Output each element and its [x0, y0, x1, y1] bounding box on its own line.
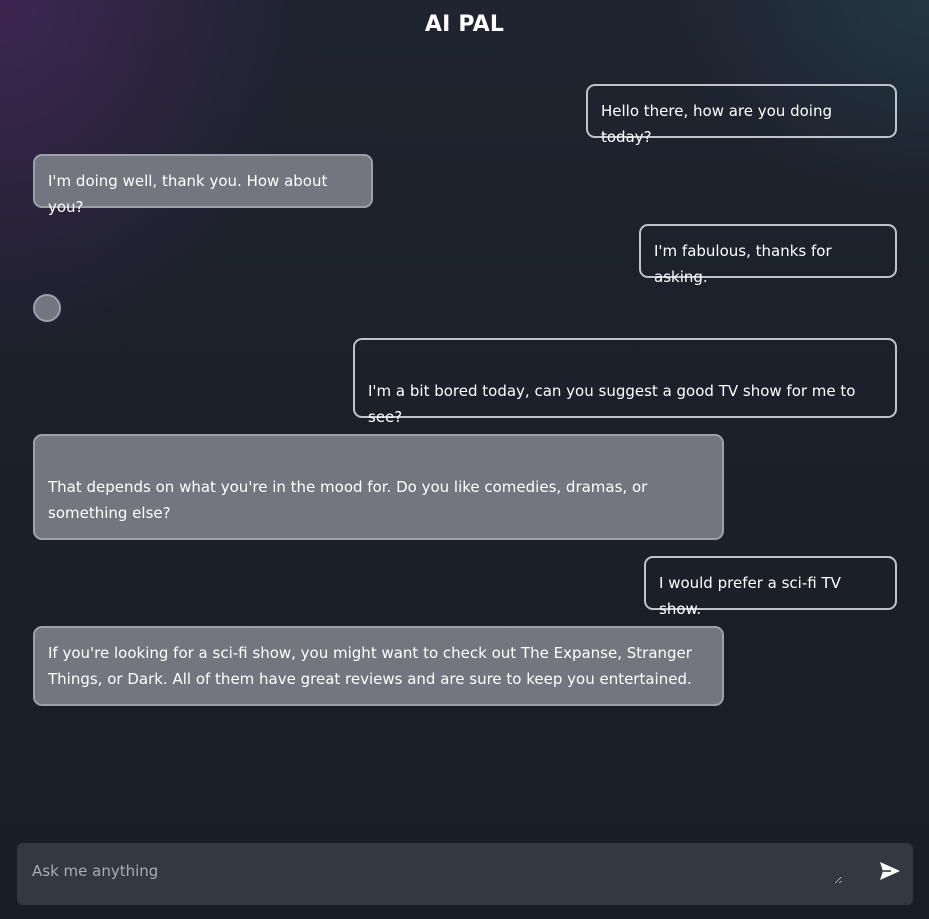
user-message: I'm fabulous, thanks for asking.	[639, 224, 897, 286]
assistant-message-text: I'm doing well, thank you. How about you…	[48, 172, 328, 216]
assistant-message: I'm doing well, thank you. How about you…	[33, 154, 373, 216]
user-message-text: I'm fabulous, thanks for asking.	[654, 242, 832, 286]
message-input[interactable]	[32, 858, 842, 884]
message-composer	[17, 843, 913, 905]
user-message: I'm a bit bored today, can you suggest a…	[353, 338, 897, 426]
send-icon	[880, 862, 900, 880]
user-message: I would prefer a sci-fi TV show.	[644, 556, 897, 618]
assistant-message-text: If you're looking for a sci-fi show, you…	[48, 644, 692, 688]
assistant-message: If you're looking for a sci-fi show, you…	[33, 626, 724, 706]
user-message-text: I would prefer a sci-fi TV show.	[659, 574, 841, 618]
user-message-text: Hello there, how are you doing today?	[601, 102, 832, 146]
assistant-typing-indicator	[33, 294, 61, 322]
assistant-message: That depends on what you're in the mood …	[33, 434, 724, 540]
send-button[interactable]	[877, 858, 903, 884]
assistant-message-text: That depends on what you're in the mood …	[48, 478, 648, 522]
user-message: Hello there, how are you doing today?	[586, 84, 897, 146]
user-message-text: I'm a bit bored today, can you suggest a…	[368, 382, 856, 426]
app-title: AI PAL	[424, 12, 505, 37]
